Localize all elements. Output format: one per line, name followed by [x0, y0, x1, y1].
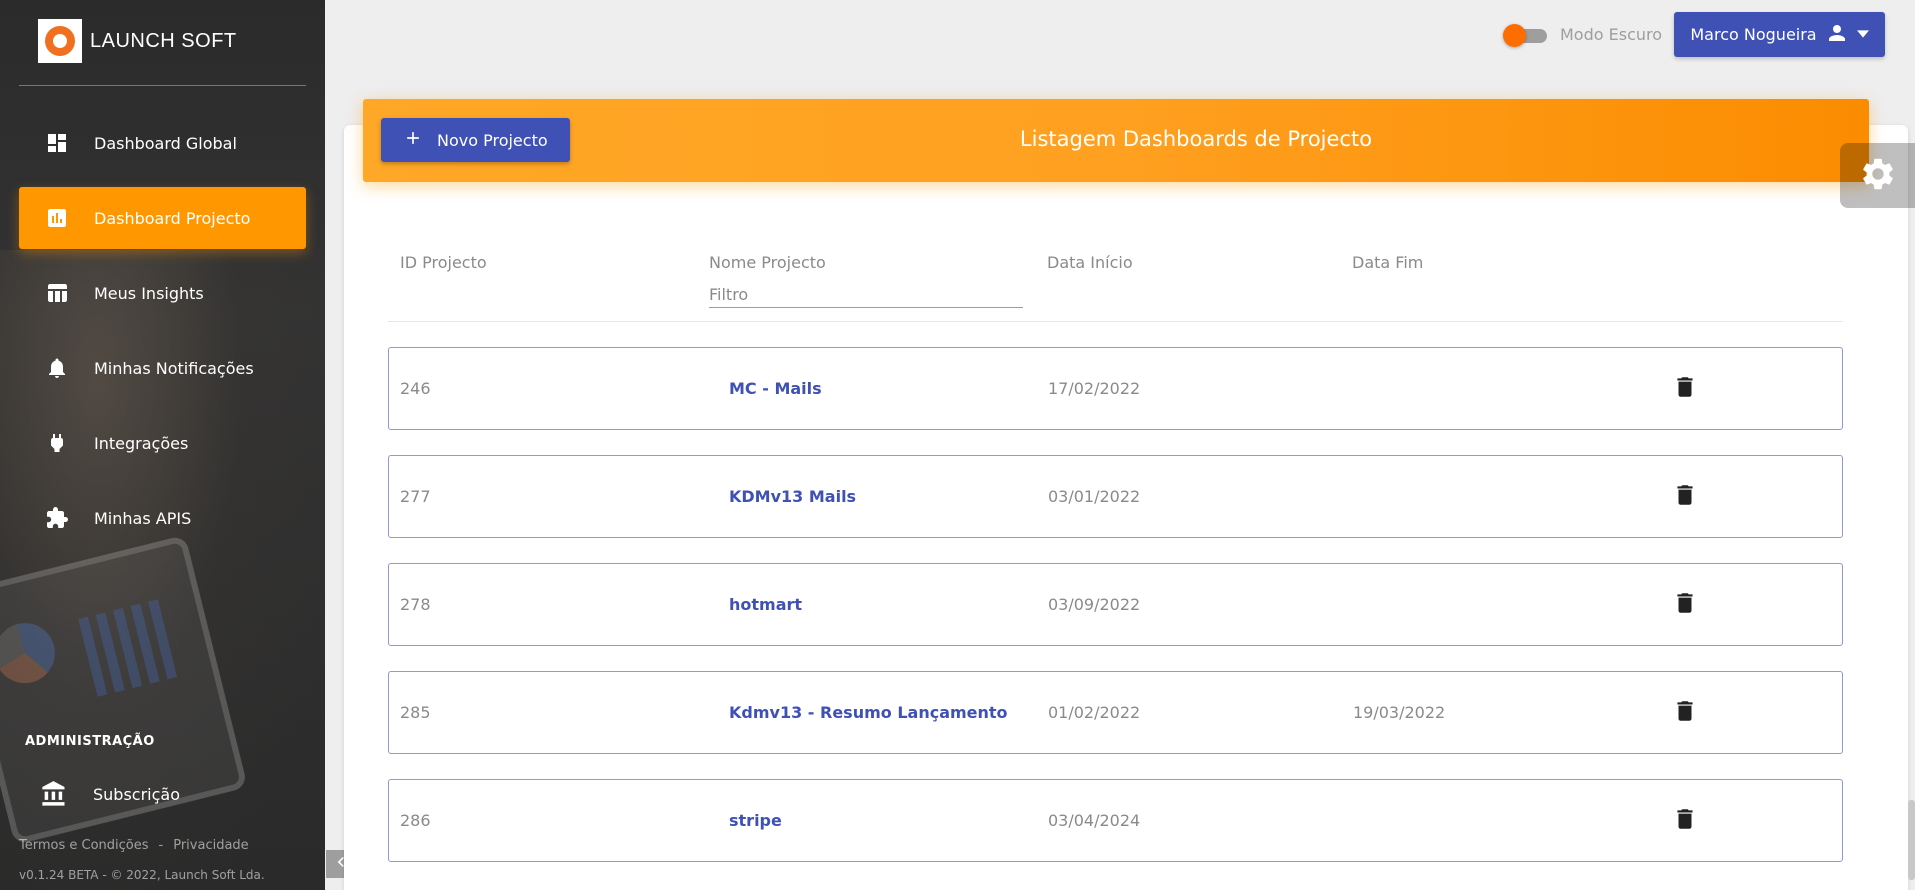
sidebar-nav: Dashboard Global Dashboard Projecto Meus…	[19, 112, 306, 562]
puzzle-icon	[43, 504, 71, 532]
cell-start-date: 01/02/2022	[1048, 703, 1141, 722]
user-menu-button[interactable]: Marco Nogueira	[1674, 12, 1885, 57]
sidebar-item-dashboard-projecto[interactable]: Dashboard Projecto	[19, 187, 306, 249]
table-icon	[43, 279, 71, 307]
sidebar-item-integracoes[interactable]: Integrações	[19, 412, 306, 474]
caret-down-icon	[1856, 25, 1869, 44]
cell-id: 277	[400, 487, 431, 506]
sidebar-item-subscricao[interactable]: Subscrição	[40, 780, 180, 808]
project-name-link[interactable]: MC - Mails	[729, 348, 822, 429]
page-title: Listagem Dashboards de Projecto	[1019, 127, 1373, 151]
sidebar-item-minhas-apis[interactable]: Minhas APIS	[19, 487, 306, 549]
project-name-link[interactable]: stripe	[729, 780, 782, 861]
cell-start-date: 03/09/2022	[1048, 595, 1141, 614]
sidebar-item-label: Minhas Notificações	[94, 358, 254, 378]
photo-bars-decoration	[78, 597, 185, 697]
column-header-id[interactable]: ID Projecto	[400, 253, 487, 272]
gear-icon	[1859, 155, 1897, 197]
user-icon	[1825, 21, 1849, 49]
delete-button[interactable]	[1672, 672, 1698, 753]
table-row[interactable]: 246 MC - Mails 17/02/2022	[388, 347, 1843, 430]
trash-icon	[1672, 698, 1698, 728]
cell-end-date: 19/03/2022	[1353, 703, 1446, 722]
name-filter-input[interactable]	[709, 281, 1023, 308]
sidebar-item-label: Minhas APIS	[94, 508, 192, 528]
card-header: Novo Projecto Listagem Dashboards de Pro…	[363, 99, 1869, 182]
column-header-end-date[interactable]: Data Fim	[1352, 253, 1423, 272]
toggle-knob	[1503, 24, 1526, 47]
page-scrollbar[interactable]	[1908, 800, 1915, 880]
sidebar-item-minhas-notificacoes[interactable]: Minhas Notificações	[19, 337, 306, 399]
chart-icon	[43, 204, 71, 232]
dark-mode-label: Modo Escuro	[1560, 25, 1663, 44]
column-header-start-date[interactable]: Data Início	[1047, 253, 1133, 272]
trash-icon	[1672, 590, 1698, 620]
dark-mode-toggle[interactable]	[1503, 24, 1549, 47]
project-name-link[interactable]: KDMv13 Mails	[729, 456, 856, 537]
bank-icon	[40, 780, 68, 808]
footer-separator: -	[158, 838, 164, 853]
trash-icon	[1672, 374, 1698, 404]
sidebar-item-label: Subscrição	[93, 784, 180, 804]
delete-button[interactable]	[1672, 348, 1698, 429]
sidebar-item-label: Meus Insights	[94, 283, 204, 303]
sidebar-item-label: Dashboard Projecto	[94, 208, 251, 228]
dashboard-icon	[43, 129, 71, 157]
settings-tab[interactable]	[1840, 143, 1915, 208]
sidebar-item-meus-insights[interactable]: Meus Insights	[19, 262, 306, 324]
brand-logo	[38, 19, 82, 63]
delete-button[interactable]	[1672, 456, 1698, 537]
table-header-divider	[388, 321, 1843, 322]
sidebar-item-label: Integrações	[94, 433, 189, 453]
sidebar-item-label: Dashboard Global	[94, 133, 237, 153]
sidebar-footer-links: Termos e Condições - Privacidade	[19, 838, 249, 853]
cell-id: 278	[400, 595, 431, 614]
copyright-text: v0.1.24 BETA - © 2022, Launch Soft Lda.	[19, 868, 265, 882]
rocket-logo-icon	[45, 26, 75, 56]
brand-name: LAUNCH SOFT	[90, 29, 237, 52]
column-header-name[interactable]: Nome Projecto	[709, 253, 826, 272]
cell-start-date: 17/02/2022	[1048, 379, 1141, 398]
cell-id: 246	[400, 379, 431, 398]
project-name-link[interactable]: hotmart	[729, 564, 802, 645]
delete-button[interactable]	[1672, 564, 1698, 645]
table-row[interactable]: 285 Kdmv13 - Resumo Lançamento 01/02/202…	[388, 671, 1843, 754]
trash-icon	[1672, 806, 1698, 836]
brand[interactable]: LAUNCH SOFT	[38, 19, 237, 63]
sidebar-item-dashboard-global[interactable]: Dashboard Global	[19, 112, 306, 174]
terms-link[interactable]: Termos e Condições	[19, 838, 149, 853]
brand-divider	[19, 85, 306, 86]
privacy-link[interactable]: Privacidade	[173, 838, 248, 853]
table-row[interactable]: 277 KDMv13 Mails 03/01/2022	[388, 455, 1843, 538]
admin-section-title: ADMINISTRAÇÃO	[25, 734, 155, 749]
cell-start-date: 03/01/2022	[1048, 487, 1141, 506]
cell-id: 285	[400, 703, 431, 722]
cell-start-date: 03/04/2024	[1048, 811, 1141, 830]
plug-icon	[43, 429, 71, 457]
table-row[interactable]: 286 stripe 03/04/2024	[388, 779, 1843, 862]
project-name-link[interactable]: Kdmv13 - Resumo Lançamento	[729, 672, 1008, 753]
sidebar: LAUNCH SOFT Dashboard Global Dashboard P…	[0, 0, 325, 890]
cell-id: 286	[400, 811, 431, 830]
photo-pie-decoration	[0, 616, 62, 690]
trash-icon	[1672, 482, 1698, 512]
bell-icon	[43, 354, 71, 382]
delete-button[interactable]	[1672, 780, 1698, 861]
table-row[interactable]: 278 hotmart 03/09/2022	[388, 563, 1843, 646]
user-name: Marco Nogueira	[1690, 25, 1817, 44]
